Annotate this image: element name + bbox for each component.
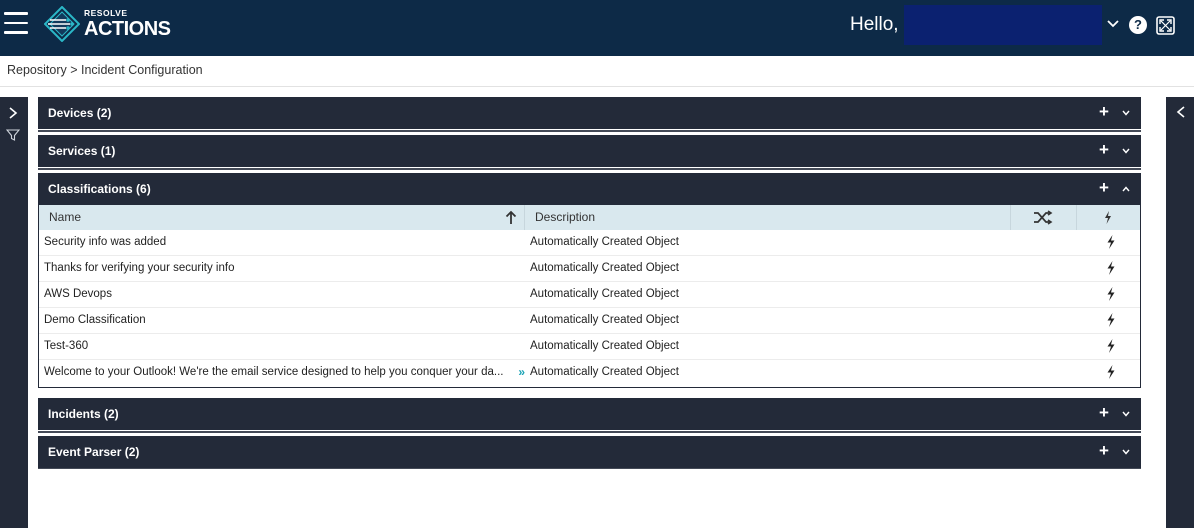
lightning-icon (1105, 211, 1111, 224)
row-name-cell[interactable]: Welcome to your Outlook! We're the email… (39, 360, 525, 386)
column-header-name[interactable]: Name (39, 205, 525, 230)
panel-divider (38, 130, 1141, 132)
left-filter-rail (0, 97, 28, 528)
row-action-cell (1077, 230, 1140, 256)
classifications-panel: Classifications (6) + (38, 173, 1141, 205)
table-row[interactable]: AWS Devops Automatically Created Object (39, 282, 1140, 308)
chevron-down-icon[interactable] (1121, 146, 1131, 156)
table-row[interactable]: Thanks for verifying your security info … (39, 256, 1140, 282)
chevron-left-icon[interactable] (1175, 105, 1187, 119)
row-action-cell (1077, 256, 1140, 282)
row-name[interactable]: Test-360 (39, 334, 525, 360)
chevron-down-icon[interactable] (1106, 16, 1120, 30)
lightning-icon[interactable] (1106, 338, 1116, 353)
panel-title: Event Parser (2) (48, 445, 140, 459)
shuffle-icon[interactable] (1033, 210, 1053, 225)
panel-title: Classifications (6) (48, 182, 151, 196)
add-icon[interactable]: + (1099, 179, 1111, 196)
column-header-shuffle[interactable] (1011, 205, 1077, 230)
logo-text-bottom: ACTIONS (84, 17, 171, 40)
services-panel-header[interactable]: Services (1) + (38, 135, 1141, 167)
row-description: Automatically Created Object (530, 288, 679, 300)
panel-divider (38, 168, 1141, 170)
add-icon[interactable]: + (1099, 141, 1111, 158)
lightning-icon[interactable] (1106, 312, 1116, 327)
row-name[interactable]: AWS Devops (39, 282, 525, 308)
row-action-cell (1077, 334, 1140, 360)
hamburger-icon[interactable] (4, 12, 30, 34)
row-description: Automatically Created Object (530, 236, 679, 248)
devices-panel-header[interactable]: Devices (2) + (38, 97, 1141, 129)
row-description: Automatically Created Object (530, 366, 679, 378)
sort-ascending-icon[interactable] (505, 210, 517, 225)
resolve-actions-logo[interactable]: RESOLVE ACTIONS (44, 5, 171, 43)
add-icon[interactable]: + (1099, 442, 1111, 459)
row-shuffle-cell (1011, 308, 1077, 334)
incidents-panel-header[interactable]: Incidents (2) + (38, 398, 1141, 430)
column-header-description[interactable]: Description (525, 205, 1011, 230)
chevron-up-icon[interactable] (1121, 184, 1131, 194)
table-header: Name Description (39, 205, 1140, 230)
filter-icon[interactable] (6, 128, 20, 142)
row-shuffle-cell (1011, 360, 1077, 386)
row-shuffle-cell (1011, 256, 1077, 282)
table-row[interactable]: Demo Classification Automatically Create… (39, 308, 1140, 334)
event-parser-panel: Event Parser (2) + (38, 436, 1141, 468)
chevron-down-icon[interactable] (1121, 108, 1131, 118)
logo-text-top: RESOLVE (84, 8, 128, 19)
row-description: Automatically Created Object (530, 262, 679, 274)
panel-title: Incidents (2) (48, 407, 119, 421)
greeting-text: Hello, (850, 14, 899, 35)
incidents-panel: Incidents (2) + (38, 398, 1141, 430)
table-row[interactable]: Test-360 Automatically Created Object (39, 334, 1140, 360)
add-icon[interactable]: + (1099, 103, 1111, 120)
row-name[interactable]: Demo Classification (39, 308, 525, 334)
row-name: Welcome to your Outlook! We're the email… (44, 366, 504, 378)
breadcrumb[interactable]: Repository > Incident Configuration (7, 63, 203, 77)
row-action-cell (1077, 360, 1140, 386)
chevron-right-icon[interactable] (7, 106, 19, 120)
classifications-panel-header[interactable]: Classifications (6) + (38, 173, 1141, 205)
chevron-down-icon[interactable] (1121, 447, 1131, 457)
panel-title: Devices (2) (48, 106, 112, 120)
row-name[interactable]: Thanks for verifying your security info (39, 256, 525, 282)
lightning-icon[interactable] (1106, 286, 1116, 301)
fullscreen-icon[interactable] (1156, 16, 1175, 35)
expand-text-icon[interactable]: » (518, 360, 525, 385)
logo-mark-icon (44, 6, 80, 42)
row-name[interactable]: Security info was added (39, 230, 525, 256)
top-header: RESOLVE ACTIONS Hello, ? (0, 0, 1194, 56)
row-shuffle-cell (1011, 230, 1077, 256)
devices-panel: Devices (2) + (38, 97, 1141, 129)
row-description: Automatically Created Object (530, 340, 679, 352)
lightning-icon[interactable] (1106, 234, 1116, 249)
row-action-cell (1077, 282, 1140, 308)
table-row[interactable]: Security info was added Automatically Cr… (39, 230, 1140, 256)
classifications-table: Name Description Security info was added (38, 205, 1141, 388)
row-description: Automatically Created Object (530, 314, 679, 326)
user-name-redacted[interactable] (904, 5, 1102, 45)
column-header-actions[interactable] (1077, 205, 1140, 230)
row-shuffle-cell (1011, 334, 1077, 360)
header-divider (0, 86, 1194, 87)
lightning-icon[interactable] (1106, 364, 1116, 379)
row-action-cell (1077, 308, 1140, 334)
lightning-icon[interactable] (1106, 260, 1116, 275)
chevron-down-icon[interactable] (1121, 409, 1131, 419)
row-shuffle-cell (1011, 282, 1077, 308)
right-side-rail (1166, 97, 1194, 528)
add-icon[interactable]: + (1099, 404, 1111, 421)
services-panel: Services (1) + (38, 135, 1141, 167)
panel-divider (38, 431, 1141, 433)
help-icon[interactable]: ? (1129, 16, 1147, 34)
panel-title: Services (1) (48, 144, 116, 158)
panel-divider (38, 467, 1141, 469)
table-row[interactable]: Welcome to your Outlook! We're the email… (39, 360, 1140, 386)
event-parser-panel-header[interactable]: Event Parser (2) + (38, 436, 1141, 468)
